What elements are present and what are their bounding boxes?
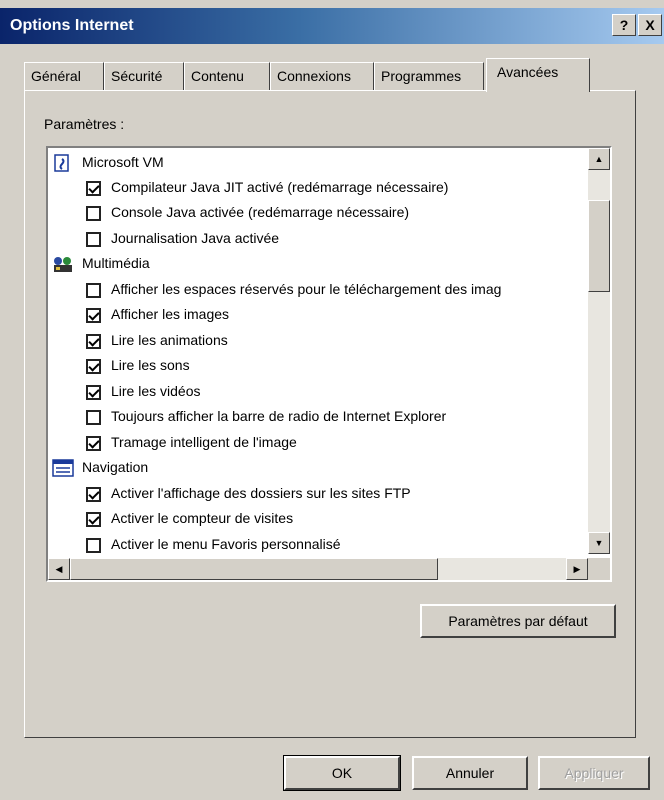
checkbox[interactable] [86,486,101,502]
vertical-scrollbar[interactable]: ▲ ▼ [588,148,610,554]
navigation-icon [52,459,74,478]
help-button[interactable]: ? [612,14,636,36]
checkbox[interactable] [86,180,101,196]
tab-strip: Général Sécurité Contenu Connexions Prog… [24,58,644,92]
checkbox[interactable] [86,231,101,247]
option-row[interactable]: Compilateur Java JIT activé (redémarrage… [86,175,448,200]
category-multimedia: Multimédia [52,251,150,276]
tab-content[interactable]: Contenu [184,62,270,90]
scrollbar-corner [588,558,610,580]
scroll-up-icon[interactable]: ▲ [588,148,610,170]
checkbox[interactable] [86,282,101,298]
option-row[interactable]: Journalisation Java activée [86,226,279,251]
title-bar[interactable]: Options Internet ? X [0,8,664,44]
vertical-scroll-thumb[interactable] [588,200,610,292]
category-navigation: Navigation [52,455,148,480]
checkbox[interactable] [86,384,101,400]
checkbox[interactable] [86,205,101,221]
option-label: Lire les animations [111,332,228,348]
checkbox[interactable] [86,358,101,374]
tab-connections[interactable]: Connexions [270,62,374,90]
close-button[interactable]: X [638,14,662,36]
checkbox[interactable] [86,511,101,527]
internet-options-dialog: Options Internet ? X Général Sécurité Co… [0,0,664,800]
option-row[interactable]: Tramage intelligent de l'image [86,430,297,455]
tab-security[interactable]: Sécurité [104,62,184,90]
option-row[interactable]: Activer le menu Favoris personnalisé [86,532,341,557]
settings-list[interactable]: Microsoft VM Compilateur Java JIT activé… [46,146,612,582]
settings-list-content: Microsoft VM Compilateur Java JIT activé… [48,148,588,554]
checkbox[interactable] [86,333,101,349]
option-row[interactable]: Lire les vidéos [86,379,201,404]
option-row[interactable]: Toujours afficher la barre de radio de I… [86,404,446,429]
horizontal-scroll-thumb[interactable] [70,558,438,580]
option-row[interactable]: Console Java activée (redémarrage nécess… [86,200,409,225]
option-label: Tramage intelligent de l'image [111,434,297,450]
checkbox[interactable] [86,307,101,323]
category-label: Navigation [82,459,149,475]
scroll-down-icon[interactable]: ▼ [588,532,610,554]
option-row[interactable]: Activer l'affichage des dossiers sur les… [86,481,411,506]
option-row[interactable]: Lire les sons [86,353,190,378]
category-microsoft-vm: Microsoft VM [52,150,164,175]
cancel-button[interactable]: Annuler [412,756,528,790]
option-label: Activer le compteur de visites [111,510,294,526]
horizontal-scrollbar[interactable]: ◀ ▶ [48,558,588,580]
category-label: Microsoft VM [82,154,164,170]
option-label: Journalisation Java activée [111,230,280,246]
option-label: Afficher les images [111,306,230,322]
option-label: Lire les sons [111,357,190,373]
option-row[interactable]: Activer le compteur de visites [86,506,293,531]
microsoft-vm-icon [52,154,74,173]
ok-button[interactable]: OK [283,755,401,791]
option-row[interactable]: Lire les animations [86,328,228,353]
multimedia-icon [52,255,74,273]
tab-advanced[interactable]: Avancées [486,58,590,92]
checkbox[interactable] [86,409,101,425]
settings-label: Paramètres : [44,116,125,132]
restore-defaults-button[interactable]: Paramètres par défaut [420,604,616,638]
scroll-left-icon[interactable]: ◀ [48,558,70,580]
tab-general[interactable]: Général [24,62,104,90]
checkbox[interactable] [86,435,101,451]
option-row[interactable]: Afficher les images [86,302,229,327]
option-row[interactable]: Afficher les espaces réservés pour le té… [86,277,501,302]
option-label: Activer le menu Favoris personnalisé [111,536,341,552]
option-label: Activer l'affichage des dossiers sur les… [111,485,411,501]
apply-button[interactable]: Appliquer [538,756,650,790]
option-label: Console Java activée (redémarrage nécess… [111,204,410,220]
option-label: Afficher les espaces réservés pour le té… [111,281,502,297]
checkbox[interactable] [86,537,101,553]
tab-programs[interactable]: Programmes [374,62,484,90]
option-label: Lire les vidéos [111,383,201,399]
scroll-right-icon[interactable]: ▶ [566,558,588,580]
category-label: Multimédia [82,255,150,271]
window-title: Options Internet [10,17,134,34]
option-label: Compilateur Java JIT activé (redémarrage… [111,179,449,195]
option-label: Toujours afficher la barre de radio de I… [111,408,447,424]
